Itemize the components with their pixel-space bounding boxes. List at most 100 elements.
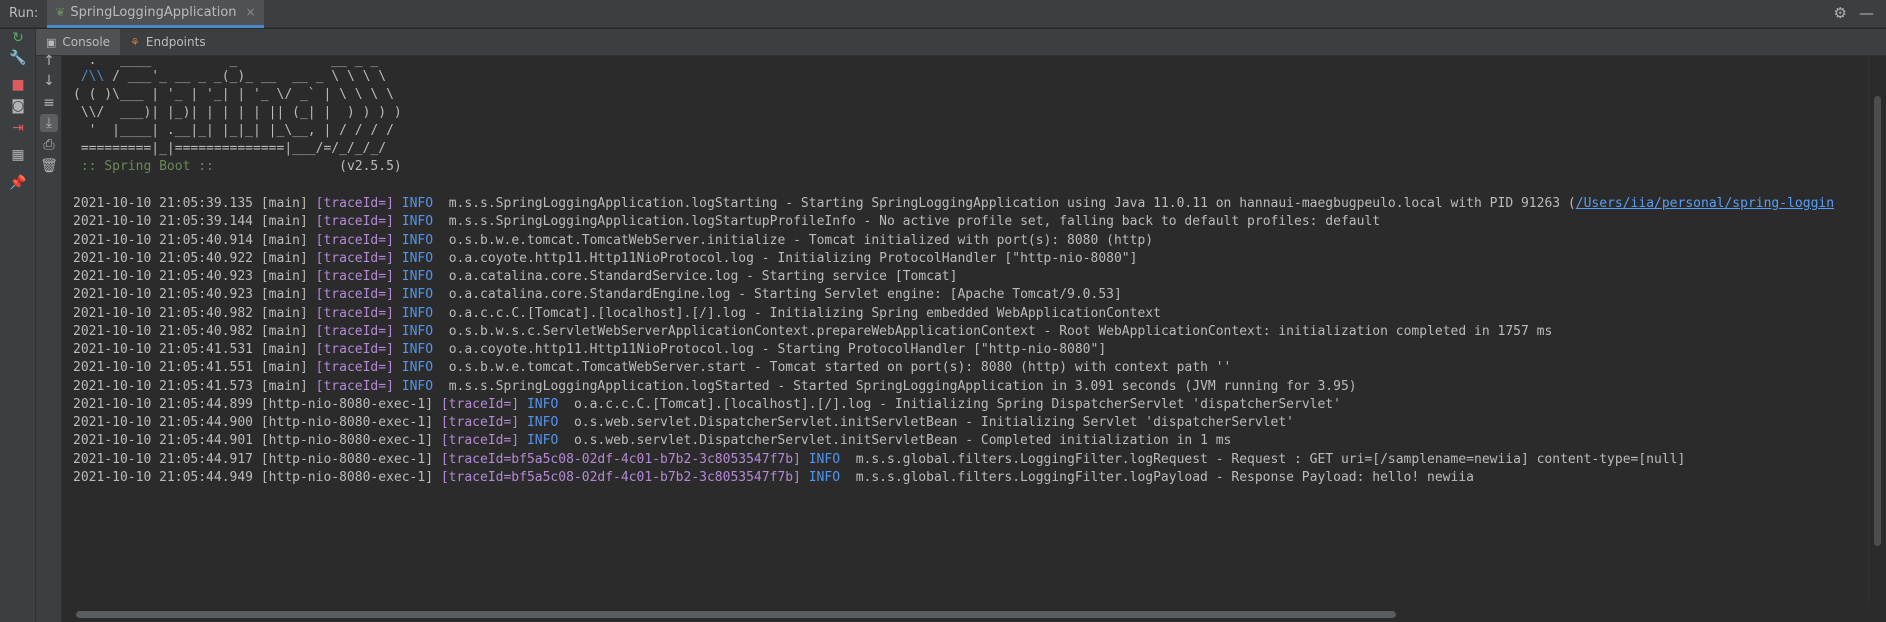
separator (433, 251, 449, 266)
scroll-to-end-icon[interactable]: ⤓ (40, 114, 58, 132)
horizontal-scroll-thumb[interactable] (76, 611, 1396, 618)
separator (519, 433, 527, 448)
log-trace-id: [traceId=] (315, 305, 394, 321)
arrow-down-icon[interactable]: ↓ (40, 72, 58, 90)
log-trace-id: [traceId=] (315, 323, 394, 339)
log-trace-id: [traceId=] (440, 433, 520, 449)
log-thread: [http-nio-8080-exec-1] (260, 433, 434, 449)
log-thread: [main] (260, 342, 308, 357)
separator (394, 342, 402, 357)
log-thread: [main] (260, 378, 308, 394)
console-toolbar: ↑ ↓ ≡ ⤓ ⎙ 🗑 (36, 53, 62, 622)
log-message: o.a.c.c.C.[Tomcat].[localhost].[/].log -… (573, 396, 1341, 412)
run-left-toolbar: ↻ 🔧 ■ ◙ ⇥ ▦ 📌 (0, 29, 36, 622)
log-level: INFO (401, 323, 434, 339)
log-level: INFO (401, 360, 434, 376)
separator (253, 306, 261, 321)
log-message: m.s.s.SpringLoggingApplication.logStartu… (448, 214, 1381, 230)
separator (308, 287, 316, 302)
soft-wrap-icon[interactable]: ≡ (40, 94, 58, 112)
separator (433, 470, 441, 485)
minimize-icon[interactable]: — (1859, 4, 1874, 22)
vertical-scrollbar[interactable] (1868, 56, 1886, 606)
separator (433, 360, 449, 375)
run-label: Run: (9, 6, 39, 21)
separator (253, 415, 261, 430)
separator (394, 306, 402, 321)
banner-line-rest: / ___'_ __ _ _(_)_ __ __ _ \ \ \ \ (104, 69, 387, 84)
separator (308, 306, 316, 321)
separator (840, 470, 856, 485)
layout-icon[interactable]: ▦ (9, 146, 27, 164)
console-output[interactable]: . ____ _ __ _ _ /\\ / ___'_ __ _ _(_)_ _… (63, 56, 1868, 606)
tab-close-icon[interactable]: × (246, 5, 256, 19)
log-message: o.s.web.servlet.DispatcherServlet.initSe… (573, 415, 1294, 430)
log-message: m.s.s.global.filters.LoggingFilter.logPa… (855, 469, 1474, 485)
rerun-icon[interactable]: ↻ (9, 29, 27, 47)
tab-title: SpringLoggingApplication (70, 4, 237, 20)
tab-spring-logging-application[interactable]: ❦ SpringLoggingApplication × (47, 0, 264, 28)
stop-icon[interactable]: ■ (9, 76, 27, 94)
log-line: 2021-10-10 21:05:44.949 [http-nio-8080-e… (73, 467, 1474, 489)
vertical-scroll-thumb[interactable] (1874, 96, 1881, 546)
trash-icon[interactable]: 🗑 (40, 157, 58, 175)
separator (253, 433, 261, 448)
log-timestamp: 2021-10-10 21:05:39.135 (73, 196, 254, 211)
log-timestamp: 2021-10-10 21:05:44.900 (73, 415, 254, 430)
log-message: o.a.catalina.core.StandardEngine.log - S… (448, 287, 1122, 303)
run-toolwindow-header: Run: ❦ SpringLoggingApplication × ⚙ — (0, 0, 1886, 28)
separator (308, 379, 316, 394)
log-message: o.s.b.w.e.tomcat.TomcatWebServer.initial… (448, 232, 1154, 248)
separator (433, 306, 449, 321)
separator (308, 196, 316, 211)
log-thread: [main] (260, 232, 308, 248)
separator (253, 397, 261, 412)
separator (253, 452, 261, 467)
separator (394, 360, 402, 375)
separator (308, 324, 316, 339)
separator (433, 214, 449, 229)
log-thread: [main] (260, 250, 308, 266)
log-level: INFO (401, 214, 434, 230)
log-message: o.a.c.c.C.[Tomcat].[localhost].[/].log -… (448, 305, 1161, 321)
log-thread: [main] (260, 269, 308, 284)
separator (253, 324, 261, 339)
wrench-icon[interactable]: 🔧 (9, 49, 27, 67)
exit-icon[interactable]: ⇥ (9, 119, 27, 137)
log-thread: [main] (260, 214, 308, 230)
log-thread: [http-nio-8080-exec-1] (260, 469, 434, 485)
log-level: INFO (401, 232, 434, 248)
log-timestamp: 2021-10-10 21:05:40.922 (73, 250, 254, 266)
separator (394, 233, 402, 248)
separator (308, 342, 316, 357)
log-timestamp: 2021-10-10 21:05:40.982 (73, 305, 254, 321)
arrow-up-icon[interactable]: ↑ (40, 52, 58, 70)
separator (394, 196, 402, 211)
log-timestamp: 2021-10-10 21:05:41.551 (73, 360, 254, 376)
log-message: o.s.b.w.e.tomcat.TomcatWebServer.start -… (448, 360, 1232, 376)
log-message: o.a.coyote.http11.Http11NioProtocol.log … (448, 342, 1107, 357)
log-level: INFO (401, 378, 434, 394)
log-link[interactable]: /Users/iia/personal/spring-loggin (1576, 196, 1834, 211)
horizontal-scrollbar[interactable] (63, 606, 1868, 622)
separator (433, 342, 449, 357)
pin-icon[interactable]: 📌 (9, 174, 27, 192)
camera-icon[interactable]: ◙ (9, 97, 27, 115)
separator (433, 196, 449, 211)
log-trace-id: [traceId=bf5a5c08-02df-4c01-b7b2-3c80535… (440, 451, 801, 467)
separator (394, 324, 402, 339)
separator (253, 360, 261, 375)
log-trace-id: [traceId=] (315, 287, 394, 303)
log-timestamp: 2021-10-10 21:05:44.949 (73, 469, 254, 485)
log-thread: [http-nio-8080-exec-1] (260, 451, 434, 467)
gear-icon[interactable]: ⚙ (1834, 4, 1847, 22)
separator (308, 251, 316, 266)
log-timestamp: 2021-10-10 21:05:41.531 (73, 342, 254, 357)
tab-endpoints[interactable]: ⚘ Endpoints (120, 29, 216, 55)
separator (253, 269, 261, 284)
log-message: m.s.s.SpringLoggingApplication.logStarti… (448, 196, 1576, 211)
console-icon: ▣ (46, 35, 57, 49)
log-thread: [main] (260, 305, 308, 321)
print-icon[interactable]: ⎙ (40, 136, 58, 154)
separator (801, 452, 809, 467)
